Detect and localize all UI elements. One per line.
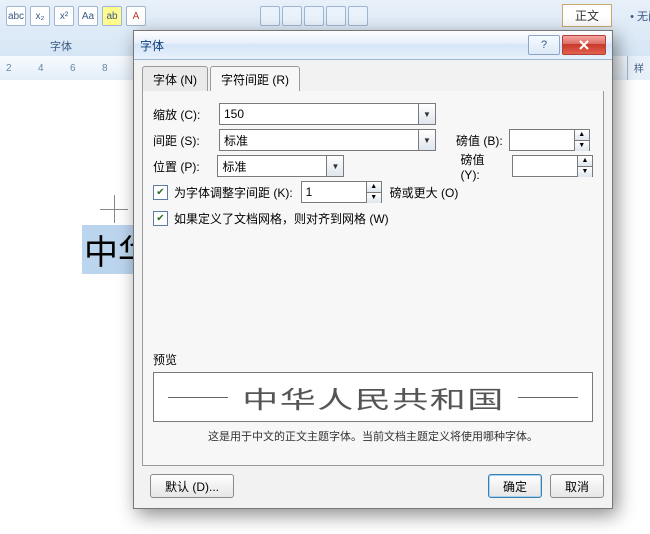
- change-case-icon[interactable]: Aa: [78, 6, 98, 26]
- line-spacing-icon[interactable]: [348, 6, 368, 26]
- tab-panel-spacing: 缩放 (C): ▼ 间距 (S): ▼ 磅值 (B): ▲▼: [142, 91, 604, 466]
- spacing-label: 间距 (S):: [153, 132, 219, 149]
- kerning-label: 为字体调整字间距 (K):: [174, 184, 293, 201]
- help-button[interactable]: ?: [528, 35, 560, 55]
- position-label: 位置 (P):: [153, 158, 217, 175]
- spin-down-icon[interactable]: ▼: [578, 166, 592, 177]
- subscript-icon[interactable]: x₂: [30, 6, 50, 26]
- chevron-down-icon[interactable]: ▼: [418, 104, 435, 124]
- chevron-down-icon[interactable]: ▼: [326, 156, 343, 176]
- close-button[interactable]: [562, 35, 606, 55]
- spacing-pts-label: 磅值 (B):: [456, 132, 503, 149]
- spin-down-icon[interactable]: ▼: [367, 192, 381, 203]
- superscript-icon[interactable]: x²: [54, 6, 74, 26]
- close-icon: [578, 40, 590, 50]
- preview-section-label: 预览: [153, 351, 593, 368]
- dialog-titlebar[interactable]: 字体 ?: [134, 31, 612, 60]
- tabs: 字体 (N) 字符间距 (R): [142, 67, 604, 92]
- tab-char-spacing[interactable]: 字符间距 (R): [210, 66, 300, 92]
- check-icon: ✔: [153, 211, 168, 226]
- spacing-combo[interactable]: ▼: [219, 129, 436, 151]
- kerning-checkbox[interactable]: ✔ 为字体调整字间距 (K):: [153, 184, 293, 201]
- align-left-icon[interactable]: [260, 6, 280, 26]
- dialog-footer: 默认 (D)... 确定 取消: [142, 472, 604, 500]
- preview-sample-text: 中华人民共和国: [242, 380, 505, 415]
- kerning-unit: 磅或更大 (O): [390, 184, 459, 201]
- ruler-tick: 2: [6, 63, 38, 74]
- snapgrid-label: 如果定义了文档网格，则对齐到网格 (W): [174, 210, 389, 227]
- ruler-tick: 8: [102, 63, 134, 74]
- check-icon: ✔: [153, 185, 168, 200]
- spin-down-icon[interactable]: ▼: [575, 140, 589, 151]
- scale-combo[interactable]: ▼: [219, 103, 436, 125]
- chevron-down-icon[interactable]: ▼: [418, 130, 435, 150]
- align-justify-icon[interactable]: [326, 6, 346, 26]
- preview-box: 中华人民共和国: [153, 372, 593, 422]
- right-label: 样: [628, 60, 650, 75]
- position-pts-spinner[interactable]: ▲▼: [512, 155, 593, 177]
- kerning-spinner[interactable]: ▲▼: [301, 181, 382, 203]
- spacing-pts-spinner[interactable]: ▲▼: [509, 129, 590, 151]
- spin-up-icon[interactable]: ▲: [578, 156, 592, 166]
- font-color-icon[interactable]: A: [126, 6, 146, 26]
- position-pts-label: 磅值 (Y):: [460, 151, 506, 182]
- tab-font[interactable]: 字体 (N): [142, 66, 208, 92]
- font-dialog: 字体 ? 字体 (N) 字符间距 (R) 缩放 (C): ▼ 间距 (S):: [133, 30, 613, 509]
- ruler-tick: 4: [38, 63, 70, 74]
- cursor-cross-icon: [100, 195, 130, 225]
- align-right-icon[interactable]: [304, 6, 324, 26]
- style-body[interactable]: 正文: [562, 4, 612, 27]
- ruler-tick: 6: [70, 63, 102, 74]
- ribbon-paragraph-icons: [260, 6, 368, 26]
- strikethrough-icon[interactable]: abc: [6, 6, 26, 26]
- preview-description: 这是用于中文的正文主题字体。当前文档主题定义将使用哪种字体。: [153, 428, 593, 444]
- default-button[interactable]: 默认 (D)...: [150, 474, 234, 498]
- align-center-icon[interactable]: [282, 6, 302, 26]
- spacing-input[interactable]: [220, 131, 418, 149]
- cancel-button[interactable]: 取消: [550, 474, 604, 498]
- position-pts-input[interactable]: [513, 157, 577, 175]
- ok-button[interactable]: 确定: [488, 474, 542, 498]
- snapgrid-checkbox[interactable]: ✔ 如果定义了文档网格，则对齐到网格 (W): [153, 210, 389, 227]
- spin-up-icon[interactable]: ▲: [575, 130, 589, 140]
- preview-line-icon: [518, 397, 578, 398]
- position-combo[interactable]: ▼: [217, 155, 344, 177]
- scale-label: 缩放 (C):: [153, 106, 219, 123]
- preview-line-icon: [168, 397, 228, 398]
- ribbon-font-icons: abc x₂ x² Aa ab A: [6, 6, 146, 26]
- position-input[interactable]: [218, 157, 326, 175]
- dialog-title-text: 字体: [140, 37, 164, 54]
- ribbon-group-label-font: 字体: [50, 38, 72, 54]
- spin-up-icon[interactable]: ▲: [367, 182, 381, 192]
- highlight-icon[interactable]: ab: [102, 6, 122, 26]
- kerning-input[interactable]: [302, 183, 366, 201]
- scale-input[interactable]: [220, 105, 418, 123]
- style-no-gap[interactable]: • 无间隔: [630, 8, 650, 24]
- spacing-pts-input[interactable]: [510, 131, 574, 149]
